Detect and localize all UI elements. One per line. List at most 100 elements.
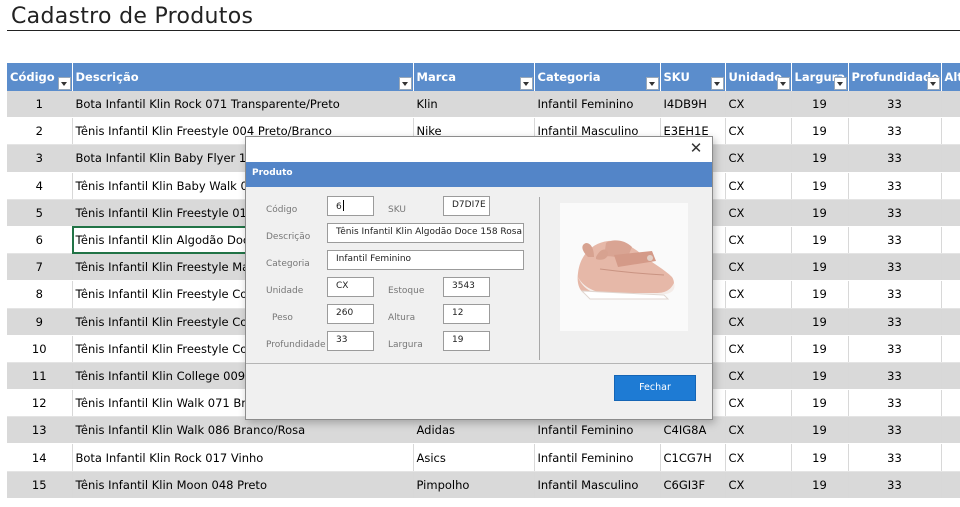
cell-categoria[interactable]: Infantil Masculino [534,471,661,499]
cell-unidade[interactable]: CX [725,253,792,282]
cell-codigo[interactable]: 10 [7,335,73,363]
cell-profundidade[interactable]: 33 [848,416,942,445]
cell-largura[interactable]: 19 [791,199,849,227]
cell-altura[interactable] [941,144,960,173]
cell-unidade[interactable]: CX [725,443,792,472]
descricao-field[interactable]: Tênis Infantil Klin Algodão Doce 158 Ros… [327,223,524,243]
cell-profundidade[interactable]: 33 [848,335,942,363]
col-header-unidade[interactable]: Unidade [725,63,792,91]
cell-codigo[interactable]: 9 [7,308,73,336]
cell-unidade[interactable]: CX [725,172,792,200]
cell-codigo[interactable]: 15 [7,471,73,499]
cell-largura[interactable]: 19 [791,280,849,309]
cell-profundidade[interactable]: 33 [848,280,942,309]
cell-profundidade[interactable]: 33 [848,91,942,119]
filter-dropdown-icon[interactable] [926,77,940,90]
largura-field[interactable]: 19 [443,331,490,351]
cell-unidade[interactable]: CX [725,416,792,445]
cell-sku[interactable]: C4IG8A [660,416,726,445]
cell-unidade[interactable]: CX [725,362,792,391]
cell-descricao[interactable]: Bota Infantil Klin Rock 017 Vinho [72,443,414,472]
cell-profundidade[interactable]: 33 [848,389,942,418]
profundidade-field[interactable]: 33 [327,331,374,351]
cell-unidade[interactable]: CX [725,280,792,309]
cell-codigo[interactable]: 7 [7,253,73,282]
filter-dropdown-icon[interactable] [398,77,412,90]
cell-codigo[interactable]: 8 [7,280,73,309]
cell-codigo[interactable]: 6 [7,226,73,255]
unidade-field[interactable]: CX [327,277,374,297]
cell-profundidade[interactable]: 33 [848,144,942,173]
col-header-descricao[interactable]: Descrição [72,63,414,91]
cell-largura[interactable]: 19 [791,335,849,363]
cell-sku[interactable]: I4DB9H [660,91,726,119]
filter-dropdown-icon[interactable] [519,77,533,90]
cell-largura[interactable]: 19 [791,362,849,391]
cell-categoria[interactable]: Infantil Feminino [534,443,661,472]
cell-unidade[interactable]: CX [725,471,792,499]
cell-altura[interactable] [941,253,960,282]
cell-largura[interactable]: 19 [791,226,849,255]
filter-dropdown-icon[interactable] [57,77,71,90]
cell-largura[interactable]: 19 [791,471,849,499]
cell-marca[interactable]: Adidas [413,416,535,445]
cell-altura[interactable] [941,308,960,336]
sku-field[interactable]: D7DI7E [443,196,490,216]
cell-codigo[interactable]: 3 [7,144,73,173]
cell-codigo[interactable]: 1 [7,91,73,119]
cell-largura[interactable]: 19 [791,172,849,200]
peso-field[interactable]: 260 [327,304,374,324]
col-header-marca[interactable]: Marca [413,63,535,91]
col-header-altura[interactable]: Altu [941,63,960,91]
cell-profundidade[interactable]: 33 [848,471,942,499]
cell-profundidade[interactable]: 33 [848,199,942,227]
cell-categoria[interactable]: Infantil Feminino [534,91,661,119]
cell-altura[interactable] [941,117,960,146]
cell-largura[interactable]: 19 [791,416,849,445]
col-header-codigo[interactable]: Código [7,63,73,91]
cell-altura[interactable] [941,443,960,472]
cell-altura[interactable] [941,389,960,418]
cell-altura[interactable] [941,335,960,363]
cell-profundidade[interactable]: 33 [848,443,942,472]
fechar-button[interactable]: Fechar [614,375,696,401]
cell-profundidade[interactable]: 33 [848,362,942,391]
cell-profundidade[interactable]: 33 [848,117,942,146]
cell-sku[interactable]: C1CG7H [660,443,726,472]
cell-altura[interactable] [941,471,960,499]
cell-codigo[interactable]: 5 [7,199,73,227]
cell-categoria[interactable]: Infantil Feminino [534,416,661,445]
cell-unidade[interactable]: CX [725,389,792,418]
categoria-field[interactable]: Infantil Feminino [327,250,524,270]
cell-largura[interactable]: 19 [791,144,849,173]
cell-descricao[interactable]: Bota Infantil Klin Rock 071 Transparente… [72,91,414,119]
cell-unidade[interactable]: CX [725,199,792,227]
cell-codigo[interactable]: 14 [7,443,73,472]
filter-dropdown-icon[interactable] [645,77,659,90]
cell-unidade[interactable]: CX [725,308,792,336]
col-header-largura[interactable]: Largura [791,63,849,91]
col-header-sku[interactable]: SKU [660,63,726,91]
cell-codigo[interactable]: 11 [7,362,73,391]
cell-altura[interactable] [941,280,960,309]
cell-altura[interactable] [941,172,960,200]
filter-dropdown-icon[interactable] [833,77,847,90]
col-header-categoria[interactable]: Categoria [534,63,661,91]
cell-unidade[interactable]: CX [725,117,792,146]
cell-unidade[interactable]: CX [725,144,792,173]
cell-descricao[interactable]: Tênis Infantil Klin Walk 086 Branco/Rosa [72,416,414,445]
filter-dropdown-icon[interactable] [776,77,790,90]
cell-largura[interactable]: 19 [791,253,849,282]
estoque-field[interactable]: 3543 [443,277,490,297]
col-header-profundidade[interactable]: Profundidade [848,63,942,91]
cell-profundidade[interactable]: 33 [848,226,942,255]
cell-codigo[interactable]: 4 [7,172,73,200]
cell-descricao[interactable]: Tênis Infantil Klin Moon 048 Preto [72,471,414,499]
cell-profundidade[interactable]: 33 [848,172,942,200]
cell-largura[interactable]: 19 [791,443,849,472]
cell-altura[interactable] [941,226,960,255]
cell-codigo[interactable]: 13 [7,416,73,445]
codigo-field[interactable]: 6 [327,196,374,216]
cell-unidade[interactable]: CX [725,226,792,255]
cell-altura[interactable] [941,91,960,119]
